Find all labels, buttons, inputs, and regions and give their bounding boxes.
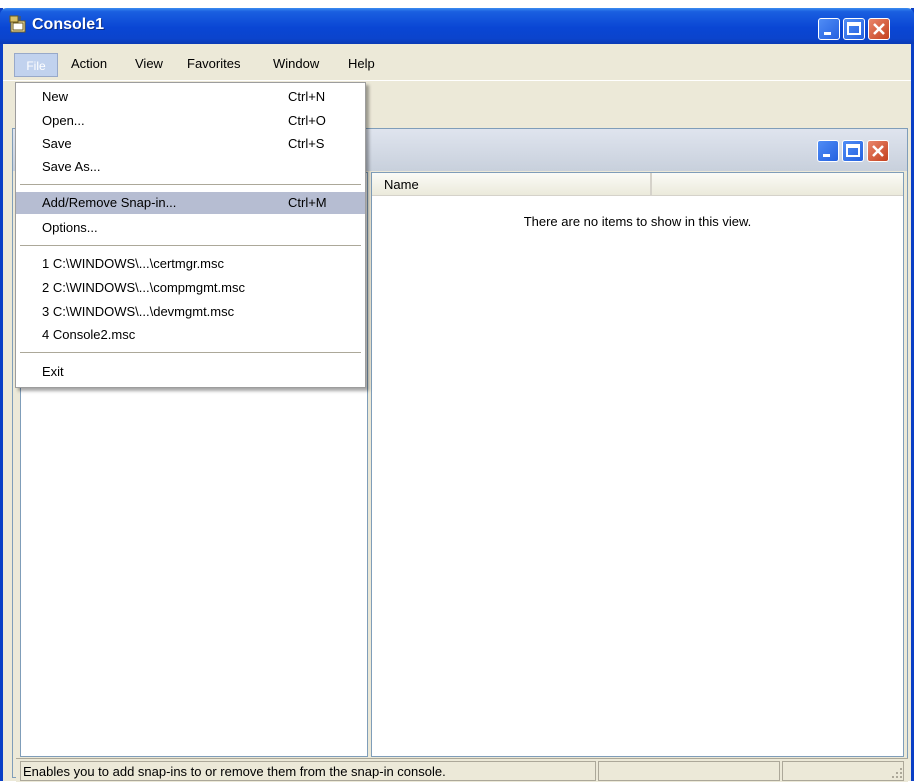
menu-item-label: New	[42, 89, 69, 104]
menu-item-label: Exit	[42, 364, 64, 379]
menu-window[interactable]: Window	[273, 53, 319, 75]
close-button[interactable]	[868, 18, 890, 40]
minimize-icon	[823, 154, 830, 157]
menu-item-label: Options...	[42, 220, 98, 235]
close-icon	[872, 145, 884, 157]
menu-item-label: 3 C:\WINDOWS\...\devmgmt.msc	[42, 304, 235, 319]
menu-separator	[20, 184, 361, 185]
minimize-button[interactable]	[818, 18, 840, 40]
menu-item-recent-2[interactable]: 2 C:\WINDOWS\...\compmgmt.msc	[16, 277, 365, 299]
menu-item-recent-1[interactable]: 1 C:\WINDOWS\...\certmgr.msc	[16, 253, 365, 275]
maximize-button[interactable]	[843, 18, 865, 40]
menu-item-shortcut: Ctrl+M	[288, 195, 327, 210]
window-title: Console1	[32, 16, 105, 33]
menu-item-shortcut: Ctrl+O	[288, 113, 326, 128]
menu-item-label: Open...	[42, 113, 85, 128]
child-maximize-button[interactable]	[842, 140, 864, 162]
menu-item-save[interactable]: Save Ctrl+S	[16, 133, 365, 155]
status-text: Enables you to add snap-ins to or remove…	[20, 761, 596, 781]
maximize-icon	[846, 144, 860, 157]
menu-item-add-remove-snap-in[interactable]: Add/Remove Snap-in... Ctrl+M	[16, 192, 365, 214]
menu-item-label: Save As...	[42, 159, 101, 174]
close-icon	[873, 23, 885, 35]
menu-item-shortcut: Ctrl+N	[288, 89, 326, 104]
menu-item-exit[interactable]: Exit	[16, 361, 365, 383]
menu-item-label: 2 C:\WINDOWS\...\compmgmt.msc	[42, 280, 245, 295]
list-pane[interactable]	[371, 172, 904, 757]
empty-list-message: There are no items to show in this view.	[523, 214, 752, 229]
resize-grip-icon[interactable]	[890, 766, 904, 783]
menu-item-label: 1 C:\WINDOWS\...\certmgr.msc	[42, 256, 225, 271]
child-minimize-button[interactable]	[817, 140, 839, 162]
menu-file[interactable]: File	[14, 53, 58, 77]
menu-view[interactable]: View	[135, 53, 163, 75]
menu-item-label: Save	[42, 136, 72, 151]
menu-item-open[interactable]: Open... Ctrl+O	[16, 110, 365, 132]
menu-item-label: 4 Console2.msc	[42, 327, 136, 342]
menu-separator	[20, 352, 361, 353]
column-header-label: Name	[384, 177, 419, 192]
child-close-button[interactable]	[867, 140, 889, 162]
status-cell	[598, 761, 780, 781]
maximize-icon	[847, 22, 861, 35]
menu-favorites[interactable]: Favorites	[187, 53, 240, 75]
menu-separator	[20, 245, 361, 246]
window-titlebar[interactable]	[0, 8, 914, 44]
status-cell	[782, 761, 904, 781]
menu-item-options[interactable]: Options...	[16, 217, 365, 239]
menu-item-recent-4[interactable]: 4 Console2.msc	[16, 324, 365, 346]
minimize-icon	[824, 32, 831, 35]
console-icon	[8, 14, 28, 34]
menu-item-label: Add/Remove Snap-in...	[42, 195, 177, 210]
menu-item-new[interactable]: New Ctrl+N	[16, 86, 365, 108]
menu-help[interactable]: Help	[348, 53, 375, 75]
menu-item-shortcut: Ctrl+S	[288, 136, 325, 151]
menu-item-recent-3[interactable]: 3 C:\WINDOWS\...\devmgmt.msc	[16, 301, 365, 323]
menu-action[interactable]: Action	[71, 53, 107, 75]
menu-item-save-as[interactable]: Save As...	[16, 156, 365, 178]
